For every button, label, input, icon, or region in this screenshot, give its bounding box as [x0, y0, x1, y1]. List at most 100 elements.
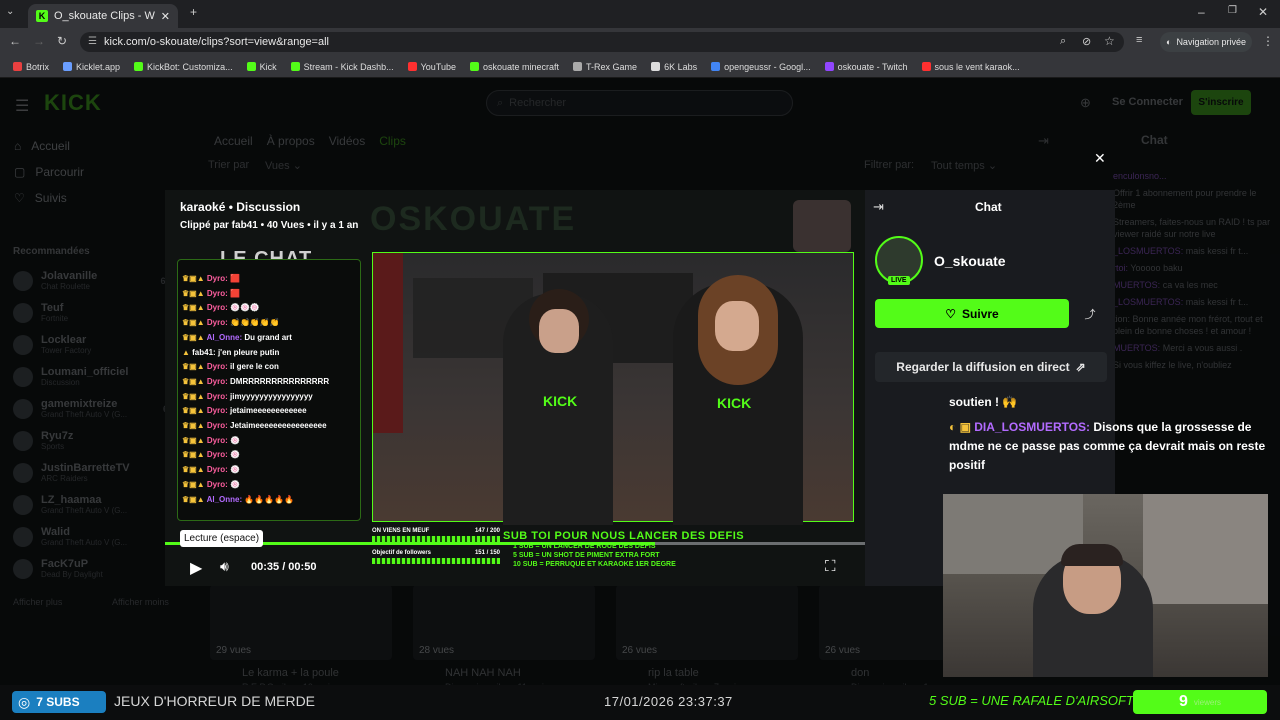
chat-user: Dyro: — [206, 362, 228, 372]
watch-live-button[interactable]: Regarder la diffusion en direct ⇗ — [875, 352, 1107, 382]
reading-list-icon[interactable]: ≡ — [1136, 35, 1142, 46]
bookmark-item[interactable]: 6K Labs — [644, 62, 704, 72]
zoom-icon[interactable]: ⌕ — [1060, 35, 1066, 48]
external-link-icon: ⇗ — [1075, 360, 1086, 374]
new-tab-icon[interactable]: + — [190, 6, 197, 18]
chat-user: Dyro: — [206, 376, 228, 386]
overlay-chat-line: ♛▣▲ Dyro: 🍥🍥🍥 — [178, 301, 360, 316]
person-left: KICK — [503, 289, 613, 525]
chat-user: Dyro: — [206, 303, 228, 313]
chat-badges-icon: ♛▣▲ — [182, 391, 207, 401]
chat-badges-icon: ♛▣▲ — [182, 494, 207, 504]
share-icon[interactable]: ⤴ — [1073, 299, 1107, 328]
shelf — [1143, 494, 1268, 604]
chat-badges-icon: ♛▣▲ — [182, 450, 207, 460]
bookmark-item[interactable]: YouTube — [401, 62, 463, 72]
restore-icon[interactable]: ❐ — [1228, 6, 1237, 16]
bookmark-label: 6K Labs — [664, 61, 698, 72]
live-badge: LIVE — [888, 276, 910, 285]
chat-user: Dyro: — [206, 274, 228, 283]
overlay-chat-line: ♛▣▲ Dyro: jetaimeeeeeeeeeeee — [178, 404, 360, 419]
bookmark-item[interactable]: T-Rex Game — [566, 62, 644, 72]
minimize-icon[interactable]: – — [1198, 6, 1205, 18]
shirt-logo: KICK — [717, 395, 752, 411]
face — [539, 309, 579, 353]
stream-scene: KICK KICK — [372, 252, 854, 525]
back-icon[interactable]: ← — [9, 35, 21, 47]
goal1-count: 147 / 200 — [474, 528, 500, 534]
chat-text: 🍥 — [230, 450, 240, 460]
bookmark-item[interactable]: Stream - Kick Dashb... — [284, 62, 401, 72]
viewers-count: 9 — [1178, 693, 1188, 710]
overlay-title: OSKOUATE — [370, 200, 577, 238]
chat-user: Dyro: — [206, 421, 228, 431]
bookmark-favicon-icon — [824, 62, 834, 71]
menu-kebab-icon[interactable]: ⋮ — [1262, 35, 1274, 47]
bookmark-label: Kick — [259, 61, 277, 72]
modal-close-icon[interactable]: ✕ — [1094, 150, 1106, 167]
bookmark-item[interactable]: KickBot: Customiza... — [127, 62, 240, 72]
kick-favicon-icon: K — [36, 10, 48, 22]
play-icon[interactable]: ▶ — [190, 558, 202, 578]
chat-text: 🍥 — [230, 465, 240, 475]
chat-text: jimyyyyyyyyyyyyyyyy — [230, 391, 313, 401]
chat-text: jetaimeeeeeeeeeeee — [230, 406, 307, 416]
follow-button[interactable]: ♡ Suivre — [875, 299, 1069, 328]
chat-badges-icon: ♛▣▲ — [182, 421, 207, 431]
goal2-bar — [372, 558, 500, 564]
bookmark-label: oskouate minecraft — [483, 61, 560, 72]
follow-label: Suivre — [962, 306, 999, 321]
chat-text: 🍥 — [230, 435, 240, 445]
reload-icon[interactable]: ↻ — [57, 35, 67, 47]
site-info-icon[interactable]: ☰ — [88, 36, 97, 47]
sub-header: SUB TOI POUR NOUS LANCER DES DEFIS — [503, 530, 745, 542]
red-costume — [373, 253, 403, 433]
bookmark-label: sous le vent karaok... — [934, 61, 1020, 72]
browser-tab-active[interactable]: K O_skouate Clips - Watch Live on Kick ✕ — [28, 4, 178, 28]
bookmark-label: Stream - Kick Dashb... — [303, 61, 394, 72]
goal2-label: Objectif de followers — [372, 550, 432, 556]
bookmark-label: Kicklet.app — [76, 61, 121, 72]
subs-badge: ◎ 7 SUBS — [12, 691, 106, 713]
private-mode-indicator[interactable]: ◐ Navigation privée — [1160, 32, 1252, 52]
tracking-icon[interactable]: ⊘ — [1082, 35, 1091, 48]
stream-title: JEUX D'HORREUR DE MERDE — [114, 693, 316, 709]
overlay-chat-spacer — [178, 260, 360, 272]
bookmark-item[interactable]: sous le vent karaok... — [915, 62, 1027, 72]
collapse-icon[interactable]: ⇥ — [873, 199, 884, 215]
watch-live-label: Regarder la diffusion en direct — [896, 360, 1070, 374]
bookmark-label: Botrix — [26, 61, 50, 72]
viewers-label: viewers — [1193, 697, 1222, 707]
overlay-chat-line: ♛▣▲ Dyro: 🍥 — [178, 463, 360, 478]
chat-text: 🔥🔥🔥🔥🔥 — [244, 494, 295, 504]
bookmark-item[interactable]: Kicklet.app — [56, 62, 127, 72]
chat-badges-icon: ♛▣▲ — [182, 318, 207, 328]
bookmark-favicon-icon — [651, 62, 661, 71]
chat-text: j'en pleure putin — [217, 347, 280, 357]
bookmark-star-icon[interactable]: ☆ — [1104, 34, 1115, 48]
url-text: kick.com/o-skouate/clips?sort=view&range… — [104, 36, 329, 48]
streamer — [1033, 544, 1153, 677]
channel-name[interactable]: O_skouate — [934, 253, 1006, 269]
address-bar[interactable]: ☰ kick.com/o-skouate/clips?sort=view&ran… — [80, 32, 1124, 52]
tab-search-icon[interactable]: ⌄ — [6, 7, 14, 17]
bookmark-item[interactable]: oskouate minecraft — [463, 62, 566, 72]
bookmark-favicon-icon — [711, 62, 721, 71]
shirt-logo: KICK — [543, 393, 578, 409]
chat-user: Dyro: — [206, 318, 228, 328]
bookmark-favicon-icon — [921, 62, 931, 71]
bookmark-item[interactable]: Botrix — [6, 62, 56, 72]
fullscreen-icon[interactable]: ⛶ — [825, 558, 836, 575]
live-chat-user: DIA_LOSMUERTOS: — [974, 420, 1091, 434]
stream-ticker: ◎ 7 SUBS JEUX D'HORREUR DE MERDE 17/01/2… — [0, 685, 1280, 720]
bookmark-item[interactable]: opengeussr - Googl... — [704, 62, 818, 72]
badge-icon: ◐ ▣ — [949, 420, 975, 434]
chat-badges-icon: ♛▣▲ — [182, 274, 207, 283]
close-tab-icon[interactable]: ✕ — [161, 10, 170, 23]
chat-text: 🍥 — [230, 479, 240, 489]
volume-icon[interactable]: 🔊︎ — [220, 558, 229, 575]
window-close-icon[interactable]: ✕ — [1258, 6, 1268, 18]
forward-icon[interactable]: → — [33, 35, 45, 47]
bookmark-item[interactable]: oskouate - Twitch — [818, 62, 915, 72]
bookmark-item[interactable]: Kick — [240, 62, 284, 72]
